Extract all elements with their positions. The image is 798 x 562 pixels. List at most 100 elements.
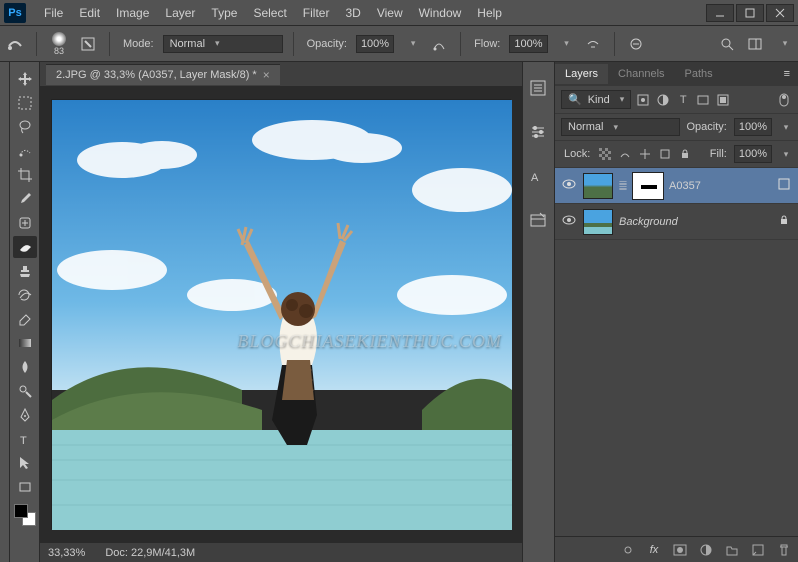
toolbox: T — [10, 62, 40, 562]
layer-opacity-dropdown-icon[interactable] — [776, 119, 792, 135]
lock-all-icon[interactable] — [677, 146, 693, 162]
filter-kind-dropdown[interactable]: 🔍Kind — [561, 90, 631, 109]
brush-tool[interactable] — [13, 236, 37, 258]
layer-name[interactable]: Background — [619, 216, 772, 228]
blur-tool[interactable] — [13, 356, 37, 378]
filter-adjustment-icon[interactable] — [655, 92, 671, 108]
close-tab-icon[interactable]: × — [263, 68, 270, 82]
layer-opacity-field[interactable]: 100% — [734, 118, 772, 136]
lock-pixels-icon[interactable] — [617, 146, 633, 162]
menu-type[interactable]: Type — [203, 6, 245, 20]
airbrush-icon[interactable] — [582, 33, 604, 55]
panel-menu-icon[interactable]: ≡ — [776, 68, 798, 80]
filter-toggle-icon[interactable] — [776, 92, 792, 108]
lock-position-icon[interactable] — [637, 146, 653, 162]
tool-preset-icon[interactable] — [4, 33, 26, 55]
opacity-dropdown-icon[interactable] — [400, 33, 422, 55]
layer-blend-dropdown[interactable]: Normal — [561, 118, 680, 136]
left-gutter — [0, 62, 10, 562]
dodge-tool[interactable] — [13, 380, 37, 402]
fill-label: Fill: — [710, 148, 727, 160]
menu-filter[interactable]: Filter — [295, 6, 338, 20]
lock-artboard-icon[interactable] — [657, 146, 673, 162]
menu-file[interactable]: File — [36, 6, 71, 20]
delete-layer-icon[interactable] — [776, 542, 792, 558]
workspace-dropdown-icon[interactable] — [772, 33, 794, 55]
color-swatch[interactable] — [14, 504, 36, 526]
layer-link-icon[interactable] — [778, 178, 792, 193]
libraries-panel-icon[interactable] — [528, 210, 550, 232]
brush-panel-icon[interactable] — [77, 33, 99, 55]
layer-thumbnail[interactable] — [583, 209, 613, 235]
move-tool[interactable] — [13, 68, 37, 90]
window-maximize-button[interactable] — [736, 4, 764, 22]
menu-image[interactable]: Image — [108, 6, 157, 20]
lock-transparency-icon[interactable] — [597, 146, 613, 162]
properties-panel-icon[interactable] — [528, 122, 550, 144]
filter-pixel-icon[interactable] — [635, 92, 651, 108]
layer-mask-thumbnail[interactable] — [633, 173, 663, 199]
flow-field[interactable]: 100% — [509, 35, 547, 53]
path-selection-tool[interactable] — [13, 452, 37, 474]
window-minimize-button[interactable] — [706, 4, 734, 22]
quick-selection-tool[interactable] — [13, 140, 37, 162]
new-group-icon[interactable] — [724, 542, 740, 558]
window-close-button[interactable] — [766, 4, 794, 22]
lasso-tool[interactable] — [13, 116, 37, 138]
layer-row[interactable]: 𝄛 A0357 — [555, 168, 798, 204]
crop-tool[interactable] — [13, 164, 37, 186]
pen-tool[interactable] — [13, 404, 37, 426]
brush-preset-picker[interactable]: 83 — [47, 32, 71, 56]
menu-layer[interactable]: Layer — [157, 6, 203, 20]
history-panel-icon[interactable] — [528, 78, 550, 100]
healing-brush-tool[interactable] — [13, 212, 37, 234]
workspace-icon[interactable] — [744, 33, 766, 55]
pressure-size-icon[interactable] — [625, 33, 647, 55]
pressure-opacity-icon[interactable] — [428, 33, 450, 55]
layer-style-icon[interactable]: fx — [646, 542, 662, 558]
search-icon[interactable] — [716, 33, 738, 55]
menu-help[interactable]: Help — [469, 6, 510, 20]
adjustment-layer-icon[interactable] — [698, 542, 714, 558]
filter-smart-icon[interactable] — [715, 92, 731, 108]
layer-name[interactable]: A0357 — [669, 180, 772, 192]
flow-dropdown-icon[interactable] — [554, 33, 576, 55]
mask-link-icon[interactable]: 𝄛 — [619, 180, 627, 191]
canvas[interactable]: BLOGCHIASEKIENTHUC.COM — [51, 99, 511, 529]
fill-field[interactable]: 100% — [734, 145, 772, 163]
menu-bar: Ps File Edit Image Layer Type Select Fil… — [0, 0, 798, 26]
gradient-tool[interactable] — [13, 332, 37, 354]
menu-3d[interactable]: 3D — [337, 6, 368, 20]
rectangle-tool[interactable] — [13, 476, 37, 498]
menu-view[interactable]: View — [369, 6, 411, 20]
menu-select[interactable]: Select — [245, 6, 294, 20]
document-tab-bar: 2.JPG @ 33,3% (A0357, Layer Mask/8) * × — [40, 62, 522, 86]
link-layers-icon[interactable] — [620, 542, 636, 558]
opacity-field[interactable]: 100% — [356, 35, 394, 53]
layer-thumbnail[interactable] — [583, 173, 613, 199]
fill-dropdown-icon[interactable] — [776, 146, 792, 162]
layer-row[interactable]: Background — [555, 204, 798, 240]
marquee-tool[interactable] — [13, 92, 37, 114]
character-panel-icon[interactable]: A — [528, 166, 550, 188]
document-tab[interactable]: 2.JPG @ 33,3% (A0357, Layer Mask/8) * × — [46, 64, 280, 85]
eyedropper-tool[interactable] — [13, 188, 37, 210]
filter-type-icon[interactable]: T — [675, 92, 691, 108]
menu-window[interactable]: Window — [411, 6, 470, 20]
add-mask-icon[interactable] — [672, 542, 688, 558]
menu-edit[interactable]: Edit — [71, 6, 108, 20]
history-brush-tool[interactable] — [13, 284, 37, 306]
clone-stamp-tool[interactable] — [13, 260, 37, 282]
foreground-color-swatch[interactable] — [14, 504, 28, 518]
eraser-tool[interactable] — [13, 308, 37, 330]
type-tool[interactable]: T — [13, 428, 37, 450]
blend-mode-dropdown[interactable]: Normal — [163, 35, 283, 53]
tab-layers[interactable]: Layers — [555, 64, 608, 84]
filter-shape-icon[interactable] — [695, 92, 711, 108]
tab-channels[interactable]: Channels — [608, 64, 674, 84]
tab-paths[interactable]: Paths — [675, 64, 723, 84]
new-layer-icon[interactable] — [750, 542, 766, 558]
zoom-level[interactable]: 33,33% — [48, 547, 85, 559]
visibility-toggle-icon[interactable] — [561, 179, 577, 192]
visibility-toggle-icon[interactable] — [561, 215, 577, 228]
